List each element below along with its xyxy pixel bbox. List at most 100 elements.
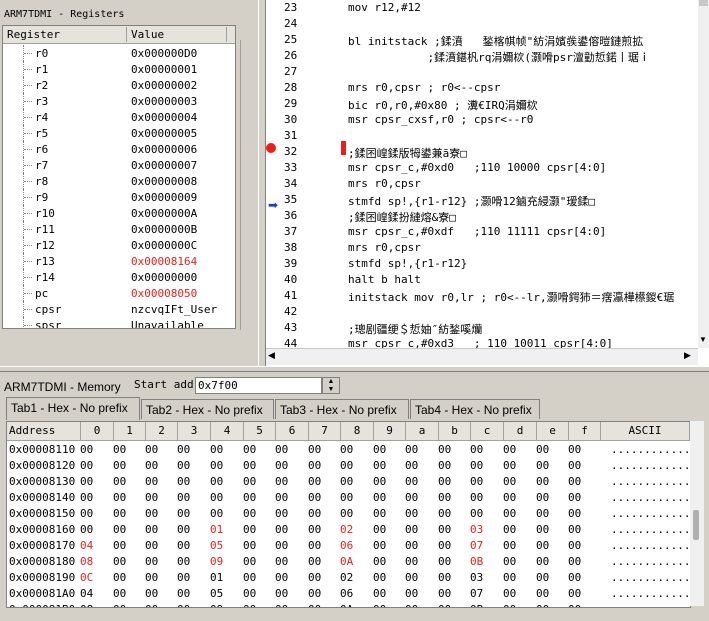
memory-byte[interactable]: 00 <box>536 475 549 488</box>
byte-column-header[interactable]: 5 <box>244 422 276 440</box>
register-row[interactable]: r0 0x000000D0 <box>3 45 235 61</box>
memory-byte[interactable]: 00 <box>373 571 386 584</box>
memory-byte[interactable]: 00 <box>568 523 581 536</box>
memory-byte[interactable]: 00 <box>210 443 223 456</box>
memory-byte[interactable]: 00 <box>145 459 158 472</box>
memory-byte[interactable]: 00 <box>438 443 451 456</box>
memory-byte[interactable]: 00 <box>470 459 483 472</box>
memory-byte[interactable]: 00 <box>243 491 256 504</box>
memory-byte[interactable]: 00 <box>275 603 288 607</box>
memory-byte[interactable]: 00 <box>177 523 190 536</box>
memory-byte[interactable]: 00 <box>275 491 288 504</box>
byte-column-header[interactable]: 2 <box>146 422 178 440</box>
memory-byte[interactable]: 00 <box>568 587 581 600</box>
code-line[interactable]: 25 bl initstack ;鍒濆 鍫楁帺帧"紡涓嬪彂鍙傛暟鏈煎拡 <box>266 33 709 49</box>
memory-vertical-scroll-thumb[interactable] <box>693 510 699 540</box>
memory-byte[interactable]: 00 <box>503 539 516 552</box>
memory-byte[interactable]: 00 <box>275 459 288 472</box>
code-line[interactable]: 38 mrs r0,cpsr <box>266 241 709 257</box>
byte-column-header[interactable]: 1 <box>114 422 146 440</box>
code-line[interactable]: 26 ;鍒濆鍖杋rq涓嬭栨(灏嗗psr澶勭悊鍩丨琚ｉ <box>266 49 709 65</box>
memory-byte[interactable]: 00 <box>145 443 158 456</box>
memory-byte[interactable]: 00 <box>113 491 126 504</box>
register-row[interactable]: r7 0x00000007 <box>3 157 235 173</box>
register-row[interactable]: r1 0x00000001 <box>3 61 235 77</box>
memory-byte[interactable]: 00 <box>536 491 549 504</box>
memory-byte[interactable]: 00 <box>503 587 516 600</box>
memory-byte[interactable]: 00 <box>405 459 418 472</box>
register-row[interactable]: r2 0x00000002 <box>3 77 235 93</box>
memory-byte[interactable]: 00 <box>503 523 516 536</box>
memory-byte[interactable]: 05 <box>210 587 223 600</box>
memory-byte[interactable]: 00 <box>536 459 549 472</box>
byte-column-header[interactable]: f <box>569 422 601 440</box>
memory-byte[interactable]: 00 <box>308 507 321 520</box>
memory-byte[interactable]: 00 <box>438 459 451 472</box>
memory-byte[interactable]: 00 <box>568 443 581 456</box>
byte-column-header[interactable]: 3 <box>178 422 211 440</box>
memory-byte[interactable]: 0C <box>80 571 93 584</box>
byte-column-header[interactable]: 8 <box>341 422 374 440</box>
memory-byte[interactable]: 00 <box>308 571 321 584</box>
byte-column-header[interactable]: e <box>537 422 569 440</box>
memory-byte[interactable]: 00 <box>243 571 256 584</box>
memory-byte[interactable]: 07 <box>470 587 483 600</box>
memory-byte[interactable]: 08 <box>80 603 93 607</box>
memory-byte[interactable]: 00 <box>438 571 451 584</box>
memory-byte[interactable]: 00 <box>80 475 93 488</box>
code-line[interactable]: 28 mrs r0,cpsr ; r0<--cpsr <box>266 81 709 97</box>
memory-byte[interactable]: 00 <box>275 475 288 488</box>
memory-byte[interactable]: 00 <box>503 459 516 472</box>
memory-byte[interactable]: 0A <box>340 603 353 607</box>
memory-byte[interactable]: 00 <box>405 587 418 600</box>
memory-byte[interactable]: 00 <box>177 507 190 520</box>
memory-byte[interactable]: 00 <box>503 603 516 607</box>
register-row[interactable]: r13 0x00008164 <box>3 253 235 269</box>
memory-byte[interactable]: 05 <box>210 539 223 552</box>
memory-byte[interactable]: 00 <box>145 571 158 584</box>
memory-byte[interactable]: 00 <box>113 539 126 552</box>
code-line[interactable]: 24 <box>266 17 709 33</box>
code-line[interactable]: 43 ;璁剧疆绠＄悊妯″紡鍫嗘爤 <box>266 321 709 337</box>
code-line[interactable]: 37 msr cpsr_c,#0xdf ;110 11111 cpsr[4:0] <box>266 225 709 241</box>
register-row[interactable]: r3 0x00000003 <box>3 93 235 109</box>
register-row[interactable]: r6 0x00000006 <box>3 141 235 157</box>
memory-byte[interactable]: 00 <box>373 555 386 568</box>
register-row[interactable]: r14 0x00000000 <box>3 269 235 285</box>
code-line[interactable]: 30 msr cpsr_cxsf,r0 ; cpsr<--r0 <box>266 113 709 129</box>
memory-byte[interactable]: 00 <box>243 539 256 552</box>
memory-byte[interactable]: 00 <box>243 507 256 520</box>
value-column-header[interactable]: Value <box>127 27 227 42</box>
memory-byte[interactable]: 00 <box>80 491 93 504</box>
memory-table[interactable]: Address 0 1 2 3 4 5 6 7 8 9 a b c d e f ASCII 0x00008110 0… <box>6 421 691 608</box>
memory-byte[interactable]: 00 <box>145 555 158 568</box>
memory-byte[interactable]: 0B <box>470 555 483 568</box>
register-row[interactable]: r8 0x00000008 <box>3 173 235 189</box>
memory-byte[interactable]: 00 <box>373 507 386 520</box>
spin-down-icon[interactable]: ▼ <box>328 386 335 393</box>
memory-byte[interactable]: 00 <box>113 603 126 607</box>
register-row[interactable]: r4 0x00000004 <box>3 109 235 125</box>
memory-byte[interactable]: 00 <box>177 443 190 456</box>
memory-byte[interactable]: 00 <box>308 443 321 456</box>
code-line[interactable]: 40 halt b halt <box>266 273 709 289</box>
memory-byte[interactable]: 00 <box>438 539 451 552</box>
memory-byte[interactable]: 00 <box>243 475 256 488</box>
code-line[interactable]: 39 stmfd sp!,{r1-r12} <box>266 257 709 273</box>
memory-byte[interactable]: 09 <box>210 603 223 607</box>
memory-byte[interactable]: 00 <box>568 539 581 552</box>
code-line[interactable]: 42 <box>266 305 709 321</box>
scroll-right-icon[interactable]: ▶ <box>684 350 691 361</box>
ascii-column-header[interactable]: ASCII <box>601 422 690 440</box>
memory-byte[interactable]: 00 <box>145 587 158 600</box>
memory-byte[interactable]: 00 <box>113 507 126 520</box>
memory-byte[interactable]: 00 <box>243 587 256 600</box>
memory-byte[interactable]: 03 <box>470 571 483 584</box>
memory-byte[interactable]: 00 <box>568 555 581 568</box>
byte-column-header[interactable]: c <box>471 422 504 440</box>
memory-byte[interactable]: 00 <box>113 555 126 568</box>
register-row[interactable]: cpsr nzcvqIFt_User <box>3 301 235 317</box>
memory-byte[interactable]: 00 <box>113 443 126 456</box>
memory-byte[interactable]: 00 <box>536 507 549 520</box>
memory-byte[interactable]: 00 <box>308 491 321 504</box>
